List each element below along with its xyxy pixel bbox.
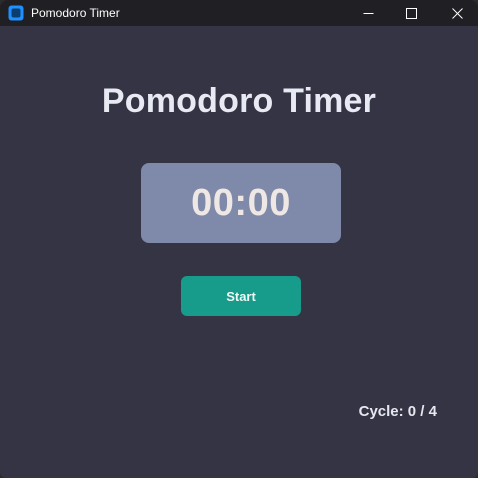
timer-value: 00:00: [191, 181, 291, 224]
minimize-button[interactable]: [345, 0, 391, 26]
start-button[interactable]: Start: [181, 276, 301, 316]
close-button[interactable]: [434, 0, 478, 26]
title-bar[interactable]: Pomodoro Timer: [0, 0, 478, 26]
maximize-icon: [405, 7, 417, 19]
page-title: Pomodoro Timer: [101, 82, 377, 120]
minimize-icon: [363, 8, 374, 19]
app-window: Pomodoro Timer Pomodoro Timer 00:00 Star…: [0, 0, 478, 478]
timer-display: 00:00: [141, 163, 341, 243]
window-title: Pomodoro Timer: [31, 6, 120, 20]
maximize-button[interactable]: [388, 0, 434, 26]
app-window-icon: [8, 5, 24, 21]
close-icon: [451, 7, 463, 19]
cycle-counter: Cycle: 0 / 4: [358, 403, 437, 420]
